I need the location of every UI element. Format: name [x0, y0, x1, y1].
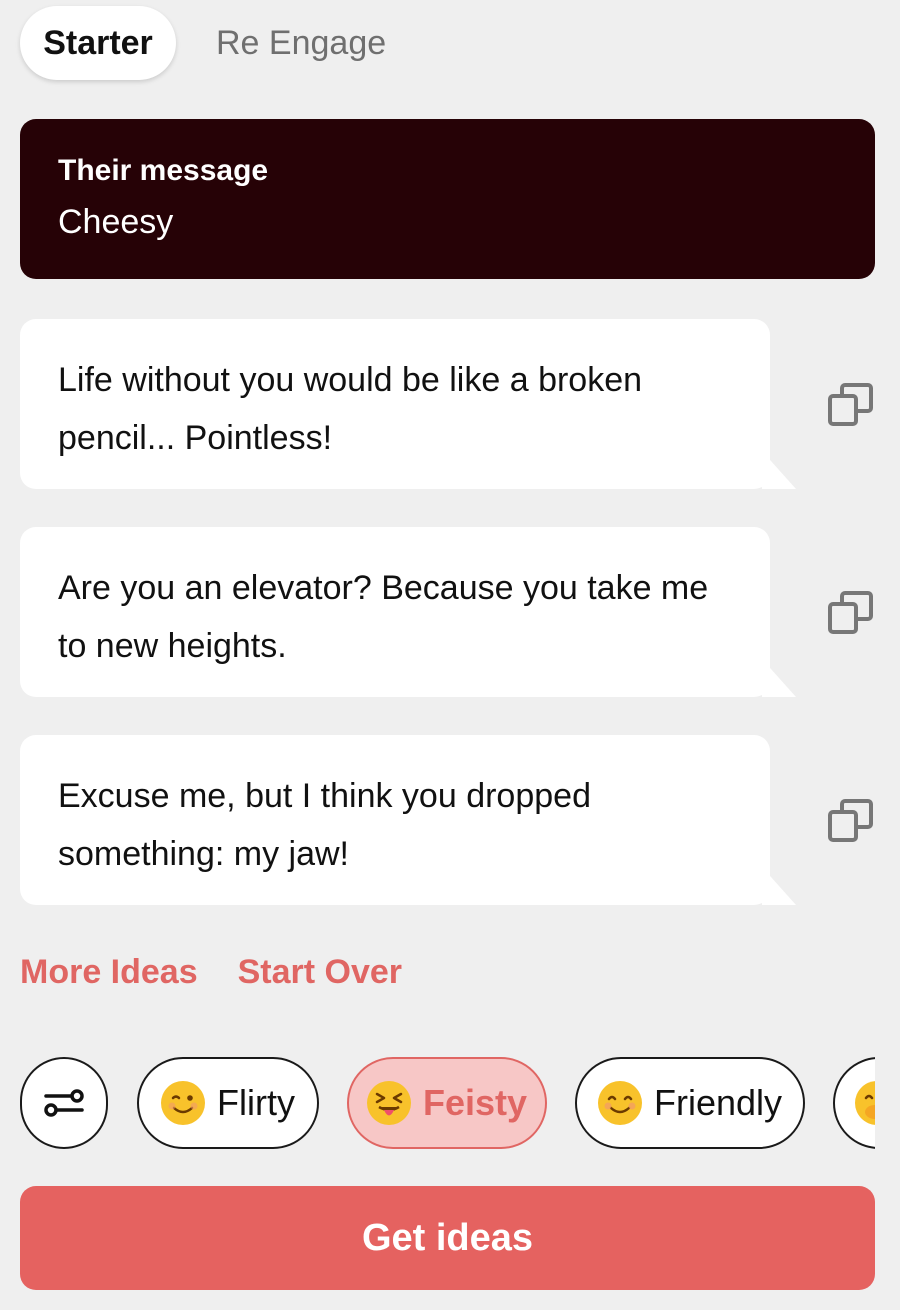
get-ideas-button[interactable]: Get ideas [20, 1186, 875, 1290]
bubble-tail [762, 451, 796, 489]
tone-chip-feisty[interactable]: Feisty [347, 1057, 547, 1149]
tone-chip-partial[interactable] [833, 1057, 875, 1149]
suggestion-item: Life without you would be like a broken … [20, 319, 900, 489]
their-message-value: Cheesy [58, 203, 174, 241]
tone-label: Feisty [422, 1082, 528, 1123]
tone-chip-row: Flirty Feisty Friendly [20, 1057, 875, 1149]
suggestion-text: Excuse me, but I think you dropped somet… [20, 735, 770, 905]
wink-emoji-icon [161, 1081, 205, 1125]
tab-re-engage[interactable]: Re Engage [196, 6, 406, 80]
smiling-emoji-icon [597, 1081, 642, 1125]
copy-icon[interactable] [825, 379, 877, 431]
suggestion-item: Excuse me, but I think you dropped somet… [20, 735, 900, 905]
mode-tabs: Starter Re Engage [20, 6, 406, 80]
bubble-tail [762, 659, 796, 697]
tab-starter[interactable]: Starter [20, 6, 176, 80]
more-ideas-link[interactable]: More Ideas [20, 946, 198, 998]
hand-over-mouth-emoji-icon [855, 1081, 875, 1125]
suggestion-item: Are you an elevator? Because you take me… [20, 527, 900, 697]
tone-chip-friendly[interactable]: Friendly [575, 1057, 805, 1149]
start-over-link[interactable]: Start Over [238, 946, 402, 998]
tone-label: Flirty [217, 1082, 295, 1123]
copy-icon[interactable] [825, 795, 877, 847]
filter-chip[interactable] [20, 1057, 108, 1149]
their-message-label: Their message [58, 154, 269, 187]
their-message-card: Their message Cheesy [20, 119, 875, 279]
tone-chip-flirty[interactable]: Flirty [137, 1057, 319, 1149]
suggestion-actions: More Ideas Start Over [20, 946, 402, 998]
suggestion-text: Are you an elevator? Because you take me… [20, 527, 770, 697]
sliders-icon [44, 1089, 84, 1117]
copy-icon[interactable] [825, 587, 877, 639]
bubble-tail [762, 867, 796, 905]
tone-label: Friendly [653, 1082, 783, 1123]
tongue-out-emoji-icon [366, 1081, 411, 1125]
suggestion-text: Life without you would be like a broken … [20, 319, 770, 489]
